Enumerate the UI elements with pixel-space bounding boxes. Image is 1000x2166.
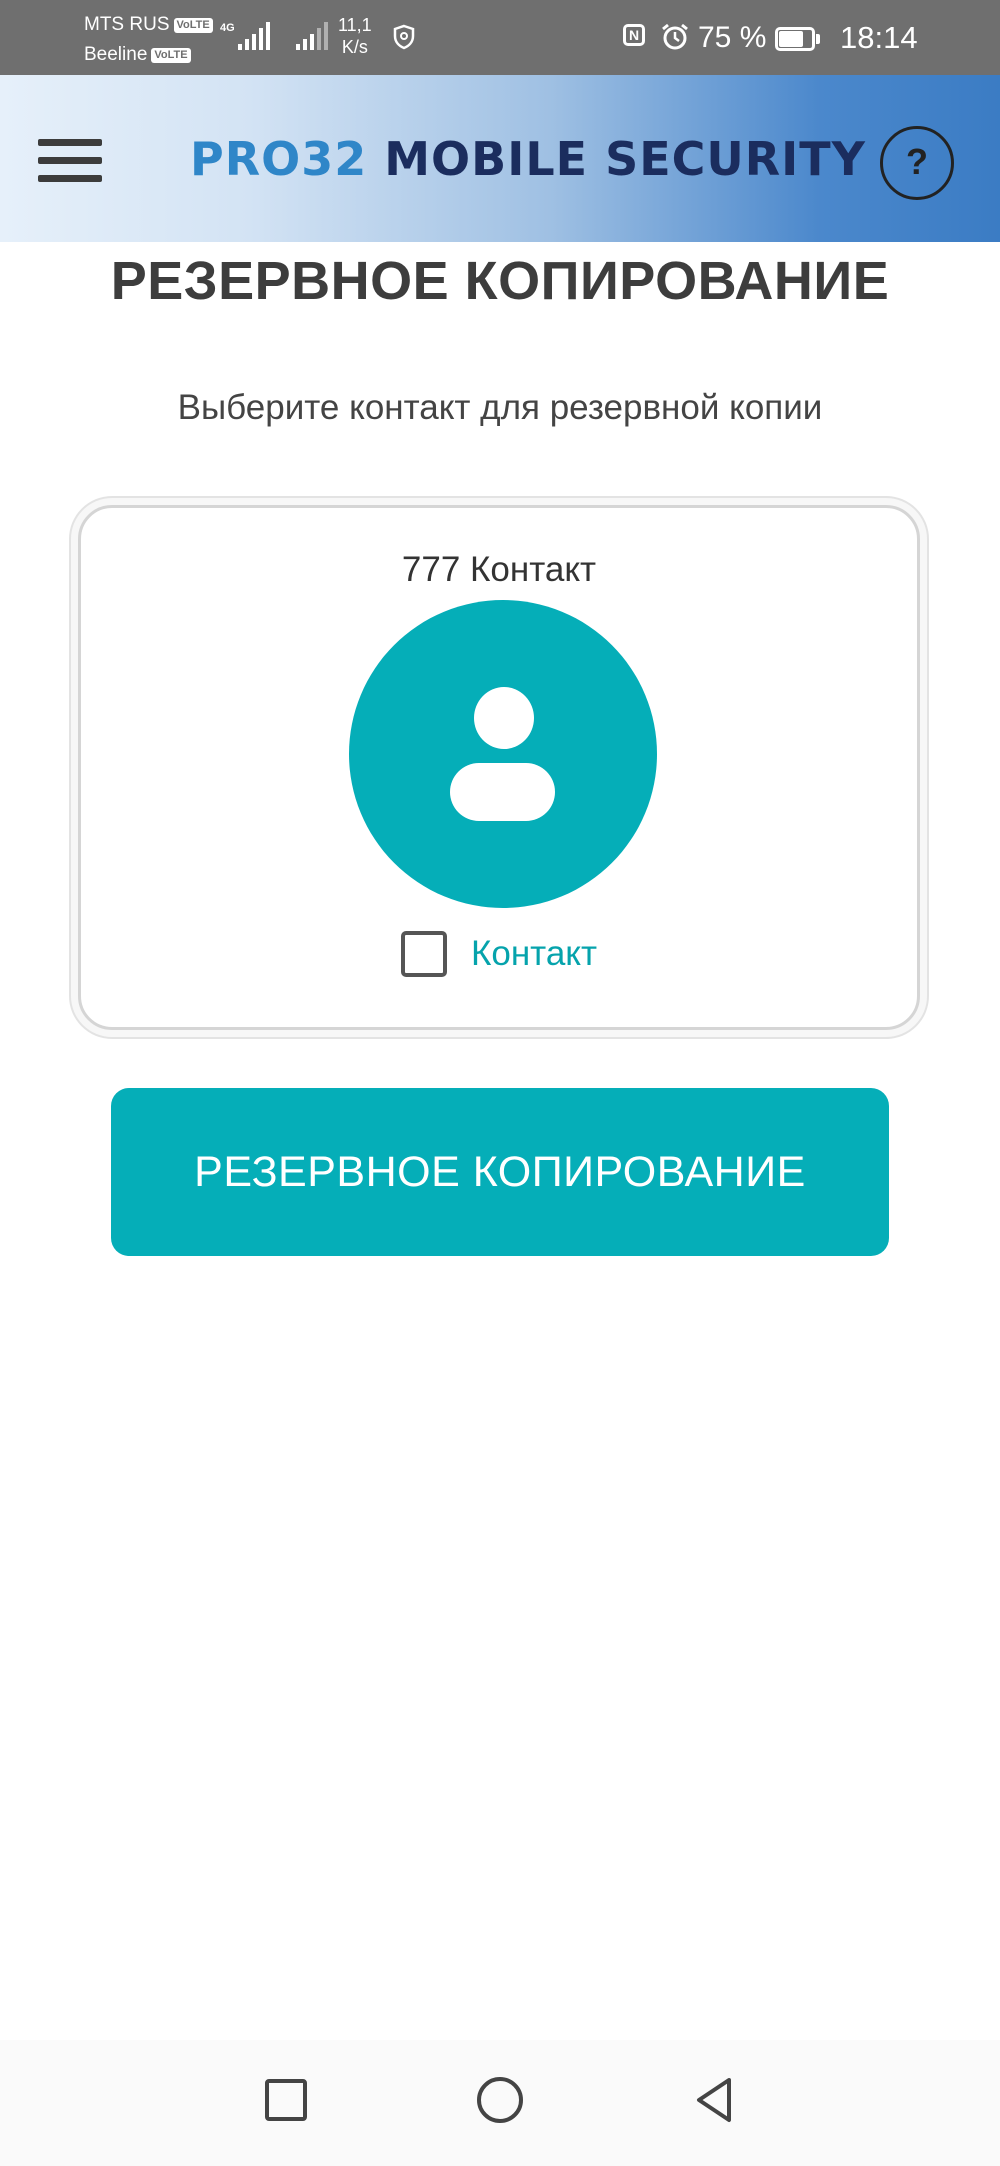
contact-card: 777 Контакт Контакт (78, 505, 920, 1030)
page-title: РЕЗЕРВНОЕ КОПИРОВАНИЕ (110, 251, 890, 311)
help-button[interactable]: ? (880, 126, 954, 200)
hamburger-menu-icon[interactable] (38, 137, 102, 185)
status-clock: 18:14 (840, 20, 918, 55)
battery-level-fill (779, 31, 803, 47)
home-circle-icon[interactable] (470, 2070, 530, 2130)
volte-badge: VoLTE (173, 17, 213, 33)
app-header: PRO32 MOBILE SECURITY ? (0, 75, 1000, 242)
contact-checkbox[interactable] (401, 931, 447, 977)
carrier-name-2: Beeline (84, 44, 148, 65)
battery-percent: 75 % (698, 21, 767, 54)
recent-apps-square-icon[interactable] (256, 2070, 316, 2130)
logo-pro-text: PRO32 (190, 132, 368, 186)
shield-icon (393, 24, 415, 50)
backup-button[interactable]: РЕЗЕРВНОЕ КОПИРОВАНИЕ (111, 1088, 889, 1256)
page-subtitle: Выберите контакт для резервной копии (177, 388, 823, 427)
signal-icon (238, 22, 270, 50)
app-logo: PRO32 MOBILE SECURITY (190, 132, 866, 186)
alarm-icon (662, 23, 688, 50)
contact-name: 777 Контакт (401, 550, 597, 589)
network-speed: 11,1 K/s (338, 14, 372, 58)
volte-badge: VoLTE (151, 47, 191, 63)
contact-select[interactable]: Контакт (401, 928, 597, 980)
contact-avatar-icon (349, 600, 657, 908)
carrier-info: MTS RUS VoLTE Beeline VoLTE (84, 10, 213, 70)
status-bar: MTS RUS VoLTE Beeline VoLTE 4G 11,1 K/s … (0, 0, 1000, 75)
system-nav-bar (0, 2040, 1000, 2166)
network-type: 4G (220, 22, 235, 34)
battery-icon (775, 27, 821, 51)
contact-checkbox-label[interactable]: Контакт (471, 934, 597, 974)
carrier-name-1: MTS RUS (84, 14, 170, 35)
speed-unit: K/s (341, 37, 368, 57)
back-triangle-icon[interactable] (684, 2070, 744, 2130)
nfc-icon: N (623, 24, 645, 46)
signal-icon (296, 22, 328, 50)
logo-brand-text: MOBILE SECURITY (367, 132, 866, 186)
speed-value: 11,1 (338, 15, 372, 35)
